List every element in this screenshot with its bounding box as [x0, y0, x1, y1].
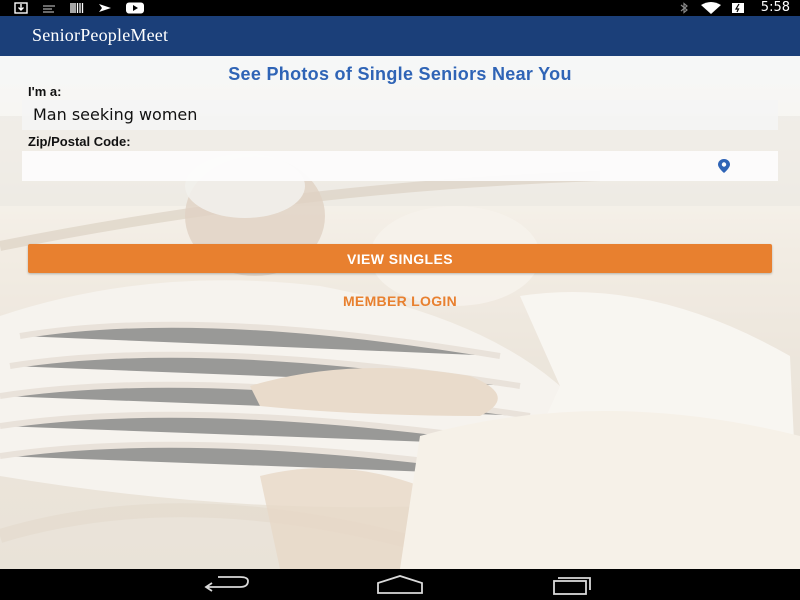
- battery-icon: [731, 3, 744, 13]
- flight-icon: [99, 4, 111, 12]
- home-icon[interactable]: [370, 573, 430, 597]
- barcode-icon: [70, 3, 84, 13]
- app-logo: SeniorPeopleMeet: [32, 25, 169, 45]
- download-icon: [14, 2, 28, 14]
- view-singles-button[interactable]: VIEW SINGLES: [28, 244, 772, 273]
- status-bar: 5:58: [0, 0, 800, 16]
- location-pin-icon[interactable]: [715, 158, 733, 174]
- status-time: 5:58: [760, 0, 790, 15]
- status-bar-notifications: [14, 2, 144, 14]
- gender-select[interactable]: Man seeking women: [22, 100, 778, 130]
- notification-icon: [43, 5, 55, 13]
- photo-overlay: [0, 56, 800, 569]
- bluetooth-icon: [680, 2, 688, 14]
- page-headline: See Photos of Single Seniors Near You: [228, 64, 572, 84]
- background-photo: [0, 56, 800, 569]
- member-login-link[interactable]: MEMBER LOGIN: [300, 290, 500, 312]
- youtube-icon: [126, 2, 144, 14]
- navigation-bar: [0, 569, 800, 600]
- app-bar: SeniorPeopleMeet: [0, 16, 800, 56]
- back-icon[interactable]: [196, 573, 256, 597]
- wifi-icon: [700, 2, 721, 14]
- recent-apps-icon[interactable]: [540, 573, 600, 597]
- zip-label: Zip/Postal Code:: [28, 134, 131, 149]
- gender-label: I'm a:: [28, 84, 62, 99]
- zip-input[interactable]: [22, 151, 778, 181]
- status-bar-system: 5:58: [677, 0, 790, 16]
